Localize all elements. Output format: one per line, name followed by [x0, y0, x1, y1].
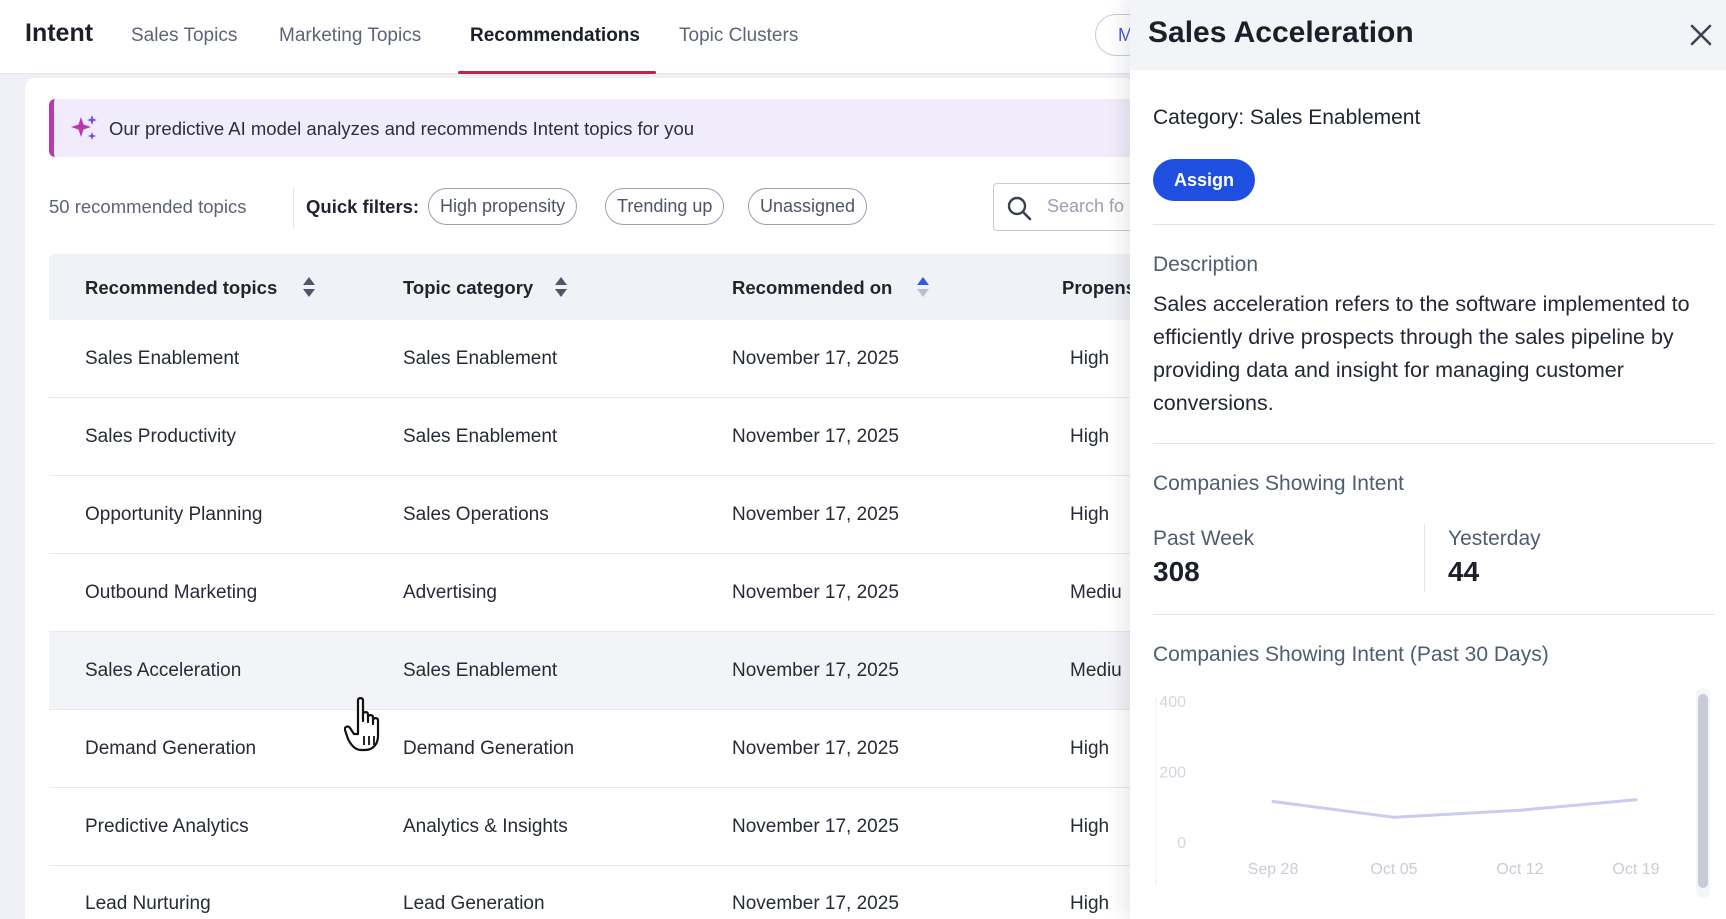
- cell-category: Advertising: [403, 582, 497, 603]
- cell-propensity: High: [1070, 426, 1110, 447]
- cell-category: Lead Generation: [403, 893, 545, 914]
- divider: [1153, 443, 1715, 444]
- cell-topic: Sales Enablement: [85, 348, 240, 369]
- x-tick-label: Oct 19: [1612, 861, 1659, 878]
- cell-topic: Sales Productivity: [85, 426, 237, 447]
- x-tick-label: Oct 12: [1496, 861, 1543, 878]
- search-icon: [1007, 196, 1032, 221]
- x-tick-label: Sep 28: [1248, 861, 1299, 878]
- table-row[interactable]: Sales Enablement Sales Enablement Novemb…: [49, 320, 1139, 398]
- cell-category: Demand Generation: [403, 738, 575, 759]
- quick-filters-label: Quick filters:: [306, 196, 420, 217]
- cell-propensity: Mediu: [1070, 660, 1122, 681]
- sort-icon[interactable]: [554, 276, 568, 298]
- tab-marketing-topics[interactable]: Marketing Topics: [279, 25, 421, 47]
- data-point: [1271, 799, 1275, 803]
- cell-date: November 17, 2025: [732, 504, 899, 525]
- past-week-label: Past Week: [1153, 527, 1255, 550]
- past-week-value: 308: [1153, 556, 1200, 587]
- cell-date: November 17, 2025: [732, 893, 899, 914]
- table-row[interactable]: Sales Productivity Sales Enablement Nove…: [49, 398, 1139, 476]
- cell-topic: Sales Acceleration: [85, 660, 242, 681]
- cell-date: November 17, 2025: [732, 738, 899, 759]
- sort-asc-icon[interactable]: [916, 276, 930, 298]
- header-recommended-on[interactable]: Recommended on: [732, 277, 892, 299]
- chip-unassigned[interactable]: Unassigned: [748, 188, 868, 225]
- intent-line-chart: 400 200 0 Sep 28 Oct 05 Oct 12 Oct 19: [1155, 694, 1660, 886]
- y-tick-label: 400: [1159, 694, 1186, 711]
- filter-divider: [293, 188, 294, 228]
- table-row[interactable]: Outbound Marketing Advertising November …: [49, 554, 1139, 632]
- app-brand: Intent: [25, 19, 94, 47]
- panel-title: Sales Acceleration: [1148, 16, 1414, 49]
- cell-propensity: High: [1070, 504, 1110, 525]
- cell-category: Sales Enablement: [403, 660, 558, 681]
- cell-topic: Predictive Analytics: [85, 816, 249, 837]
- chip-high-propensity[interactable]: High propensity: [428, 188, 578, 225]
- chart-heading: Companies Showing Intent (Past 30 Days): [1153, 643, 1549, 666]
- cell-topic: Demand Generation: [85, 738, 257, 759]
- header-propensity[interactable]: Propens: [1062, 277, 1132, 299]
- table-row[interactable]: Predictive Analytics Analytics & Insight…: [49, 788, 1139, 866]
- divider: [1153, 614, 1715, 615]
- header-topic-category[interactable]: Topic category: [403, 277, 533, 299]
- active-tab-underline: [458, 71, 656, 74]
- cell-date: November 17, 2025: [732, 816, 899, 837]
- panel-category: Category: Sales Enablement: [1153, 106, 1421, 129]
- cell-category: Sales Enablement: [403, 348, 558, 369]
- data-point: [1518, 808, 1522, 812]
- recommended-count: 50 recommended topics: [49, 196, 247, 217]
- tab-recommendations[interactable]: Recommendations: [470, 25, 640, 47]
- close-icon[interactable]: [1688, 22, 1714, 48]
- cell-propensity: High: [1070, 816, 1110, 837]
- table-row[interactable]: Lead Nurturing Lead Generation November …: [49, 866, 1139, 919]
- search-box[interactable]: [993, 183, 1138, 231]
- table-row-selected[interactable]: Sales Acceleration Sales Enablement Nove…: [49, 632, 1139, 710]
- cell-topic: Opportunity Planning: [85, 504, 263, 525]
- assign-button[interactable]: Assign: [1153, 159, 1255, 201]
- cell-propensity: High: [1070, 738, 1110, 759]
- hand-cursor-icon: [344, 697, 380, 752]
- cell-propensity: High: [1070, 893, 1110, 914]
- series-line: [1272, 798, 1637, 819]
- header-recommended-topics[interactable]: Recommended topics: [85, 277, 277, 299]
- panel-scrollbar-thumb[interactable]: [1698, 694, 1708, 888]
- tab-topic-clusters[interactable]: Topic Clusters: [679, 25, 798, 47]
- cell-category: Sales Enablement: [403, 426, 558, 447]
- ai-banner-text: Our predictive AI model analyzes and rec…: [109, 118, 695, 139]
- cell-topic: Outbound Marketing: [85, 582, 258, 603]
- sort-icon[interactable]: [302, 276, 316, 298]
- cell-category: Analytics & Insights: [403, 816, 568, 837]
- cell-propensity: High: [1070, 348, 1110, 369]
- table-row[interactable]: Opportunity Planning Sales Operations No…: [49, 476, 1139, 554]
- sparkles-icon: [71, 115, 97, 140]
- cell-date: November 17, 2025: [732, 348, 899, 369]
- cell-category: Sales Operations: [403, 504, 549, 525]
- data-point: [1392, 815, 1396, 819]
- cell-date: November 17, 2025: [732, 660, 899, 681]
- yesterday-value: 44: [1448, 556, 1480, 587]
- chip-trending-up[interactable]: Trending up: [605, 188, 725, 225]
- y-tick-label: 200: [1159, 765, 1186, 782]
- x-tick-label: Oct 05: [1370, 861, 1417, 878]
- description-heading: Description: [1153, 253, 1259, 276]
- cell-propensity: Mediu: [1070, 582, 1122, 603]
- description-text: Sales acceleration refers to the softwar…: [1153, 292, 1690, 415]
- search-input[interactable]: [1047, 196, 1137, 217]
- data-point: [1634, 798, 1638, 802]
- tab-sales-topics[interactable]: Sales Topics: [131, 25, 237, 47]
- stat-divider: [1424, 524, 1425, 592]
- cell-date: November 17, 2025: [732, 582, 899, 603]
- cell-date: November 17, 2025: [732, 426, 899, 447]
- companies-heading: Companies Showing Intent: [1153, 472, 1404, 495]
- cell-topic: Lead Nurturing: [85, 893, 211, 914]
- table-row[interactable]: Demand Generation Demand Generation Nove…: [49, 710, 1139, 788]
- yesterday-label: Yesterday: [1448, 527, 1541, 550]
- divider: [1153, 224, 1715, 225]
- y-tick-label: 0: [1177, 835, 1186, 852]
